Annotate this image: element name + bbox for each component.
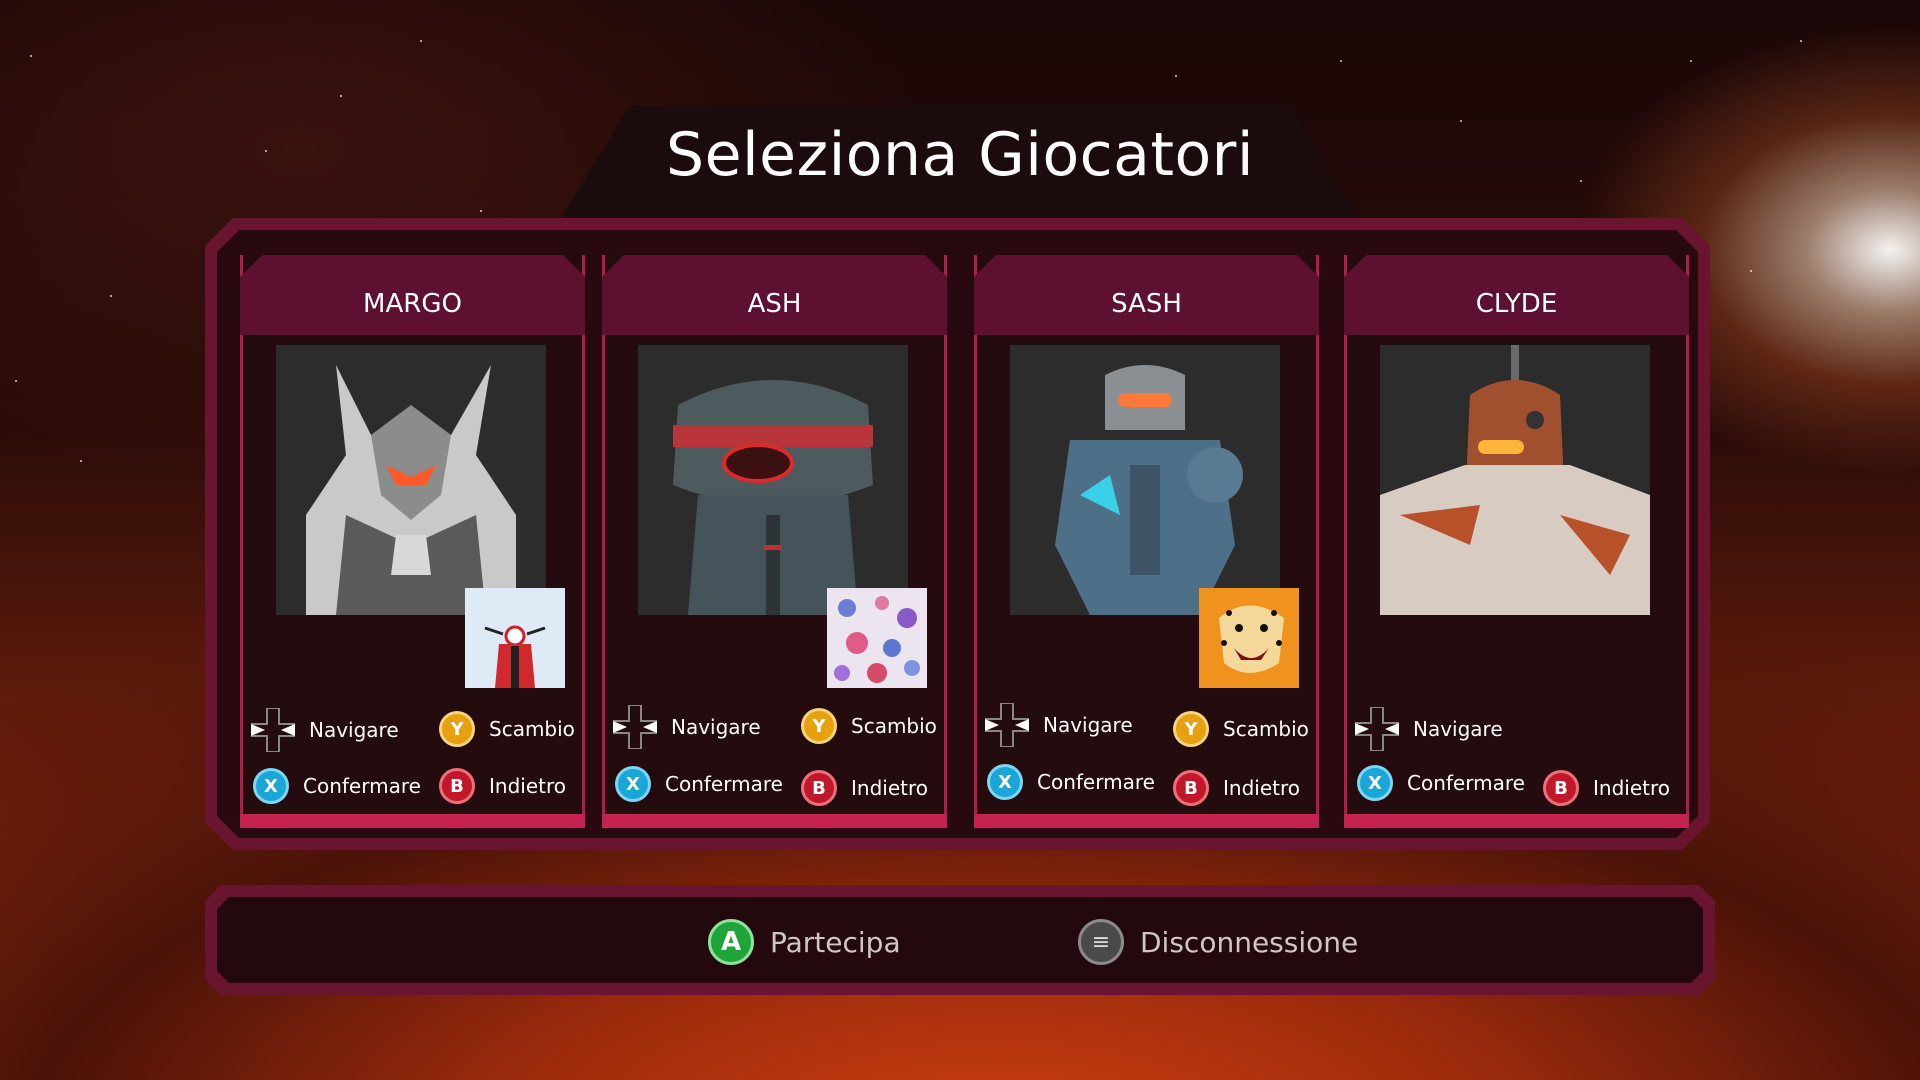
hint-back: B Indietro — [1173, 770, 1300, 806]
x-button-icon: X — [1357, 765, 1393, 801]
hint-navigate: Navigare — [985, 703, 1133, 747]
hint-navigate: Navigare — [251, 708, 399, 752]
y-button-icon: Y — [1173, 711, 1209, 747]
dpad-icon — [985, 703, 1029, 747]
hint-swap: Y Scambio — [801, 708, 937, 744]
hint-label: Confermare — [1037, 770, 1155, 794]
hint-label: Navigare — [671, 715, 761, 739]
player-card-ash[interactable]: ASH Navigare Y Scambio X Confermare B In… — [602, 255, 947, 828]
x-button-icon: X — [253, 768, 289, 804]
hint-label: Indietro — [1223, 776, 1300, 800]
y-button-icon: Y — [439, 711, 475, 747]
disconnect-action[interactable]: ≡ Disconnessione — [1078, 919, 1358, 965]
hint-back: B Indietro — [801, 770, 928, 806]
hint-confirm: X Confermare — [615, 766, 783, 802]
player-card-margo[interactable]: MARGO Navigare Y Scambio X Confermare B … — [240, 255, 585, 828]
player-name: SASH — [1111, 289, 1182, 319]
hint-back: B Indietro — [1543, 770, 1670, 806]
hint-label: Indietro — [1593, 776, 1670, 800]
y-button-icon: Y — [801, 708, 837, 744]
hint-confirm: X Confermare — [987, 764, 1155, 800]
hint-navigate: Navigare — [613, 705, 761, 749]
player-name: ASH — [747, 289, 802, 319]
join-action[interactable]: A Partecipa — [708, 919, 901, 965]
hint-swap: Y Scambio — [439, 711, 575, 747]
player-name: MARGO — [363, 289, 462, 319]
disconnect-label: Disconnessione — [1140, 925, 1359, 959]
robot-portrait — [638, 345, 908, 615]
hint-label: Navigare — [1043, 713, 1133, 737]
hint-swap: Y Scambio — [1173, 711, 1309, 747]
hint-label: Indietro — [489, 774, 566, 798]
robot-portrait — [276, 345, 546, 615]
a-button-icon: A — [708, 919, 754, 965]
b-button-icon: B — [439, 768, 475, 804]
dpad-icon — [251, 708, 295, 752]
b-button-icon: B — [1543, 770, 1579, 806]
menu-button-icon: ≡ — [1078, 919, 1124, 965]
page-title: Seleziona Giocatori — [665, 120, 1255, 190]
hint-label: Confermare — [1407, 771, 1525, 795]
hint-label: Confermare — [665, 772, 783, 796]
hint-label: Scambio — [1223, 717, 1309, 741]
robot-portrait — [1010, 345, 1280, 615]
hint-label: Confermare — [303, 774, 421, 798]
hint-label: Scambio — [851, 714, 937, 738]
hint-label: Indietro — [851, 776, 928, 800]
card-footer — [602, 814, 947, 828]
hint-confirm: X Confermare — [253, 768, 421, 804]
hint-label: Navigare — [1413, 717, 1503, 741]
hint-label: Navigare — [309, 718, 399, 742]
hint-label: Scambio — [489, 717, 575, 741]
join-label: Partecipa — [770, 925, 901, 959]
hint-back: B Indietro — [439, 768, 566, 804]
x-button-icon: X — [615, 766, 651, 802]
card-footer — [974, 814, 1319, 828]
b-button-icon: B — [1173, 770, 1209, 806]
card-footer — [1344, 814, 1689, 828]
dpad-icon — [1355, 707, 1399, 751]
scooter-badge — [465, 588, 565, 688]
player-card-clyde[interactable]: CLYDE Navigare X Confermare B Indietro — [1344, 255, 1689, 828]
bottom-bar — [217, 897, 1703, 983]
robot-portrait — [1380, 345, 1650, 615]
b-button-icon: B — [801, 770, 837, 806]
x-button-icon: X — [987, 764, 1023, 800]
dpad-icon — [613, 705, 657, 749]
player-card-sash[interactable]: SASH Navigare Y Scambio X Confermare B I… — [974, 255, 1319, 828]
hint-confirm: X Confermare — [1357, 765, 1525, 801]
player-name: CLYDE — [1475, 289, 1558, 319]
cheetah-badge — [1199, 588, 1299, 688]
hint-navigate: Navigare — [1355, 707, 1503, 751]
flowers-badge — [827, 588, 927, 688]
card-footer — [240, 814, 585, 828]
